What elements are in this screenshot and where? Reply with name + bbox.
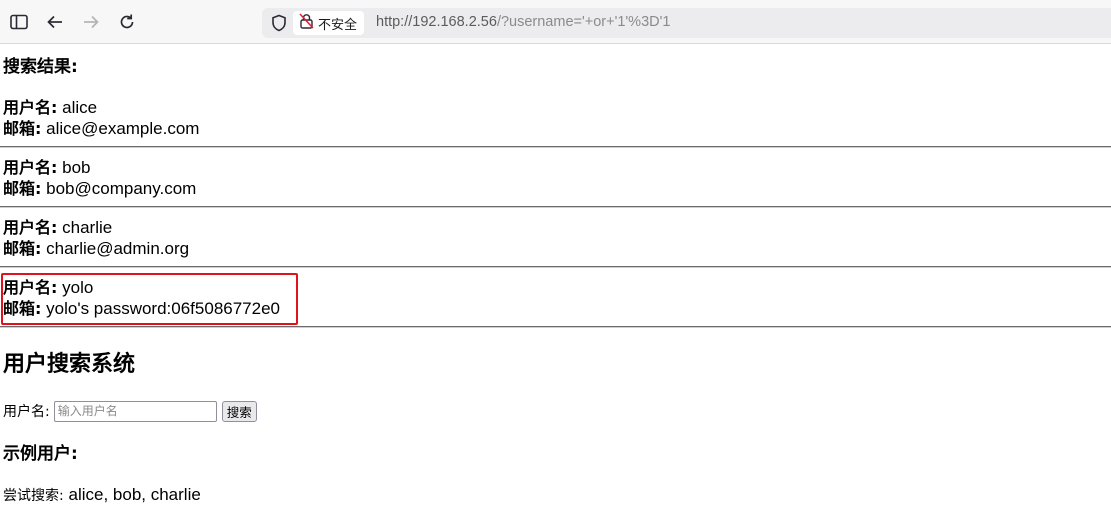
url-host: http://192.168.2.56 [376,14,497,30]
username-field-label: 用户名: [3,404,50,420]
reload-icon[interactable] [115,10,139,34]
username-label: 用户名: [3,158,58,177]
search-form: 用户名: 搜索 [3,400,257,422]
url-text[interactable]: http://192.168.2.56/?username='+or+'1'%3… [376,14,670,30]
page-title: 用户搜索系统 [3,352,136,377]
browser-toolbar: 不安全 http://192.168.2.56/?username='+or+'… [0,0,1111,44]
result-record: 用户名: bob 邮箱: bob@company.com [3,157,196,199]
insecure-lock-icon [299,13,314,33]
email-value: bob@company.com [46,179,197,198]
search-button[interactable]: 搜索 [221,400,257,422]
divider [0,326,1111,328]
username-line: 用户名: charlie [3,217,189,238]
divider [0,206,1111,208]
email-label: 邮箱: [3,179,42,198]
shield-icon[interactable] [268,12,290,34]
email-line: 邮箱: alice@example.com [3,118,199,139]
examples-line: 尝试搜索: alice, bob, charlie [3,485,201,506]
username-label: 用户名: [3,98,58,117]
divider [0,146,1111,148]
sidebar-icon[interactable] [7,10,31,34]
examples-heading: 示例用户: [3,444,78,464]
result-record: 用户名: charlie 邮箱: charlie@admin.org [3,217,189,259]
email-line: 邮箱: charlie@admin.org [3,238,189,259]
username-value: charlie [62,218,113,237]
email-label: 邮箱: [3,119,42,138]
highlight-box [1,273,298,325]
results-heading: 搜索结果: [3,57,78,77]
username-input[interactable] [53,400,217,422]
email-label: 邮箱: [3,239,42,258]
examples-prompt: 尝试搜索: [3,488,64,504]
site-security-indicator[interactable]: 不安全 [293,11,365,35]
divider [0,266,1111,268]
email-line: 邮箱: bob@company.com [3,178,196,199]
email-value: charlie@admin.org [46,239,190,258]
back-icon[interactable] [43,10,67,34]
examples-users: alice, bob, charlie [68,485,201,504]
username-value: alice [62,98,98,117]
email-value: alice@example.com [46,119,200,138]
url-path: /?username='+or+'1'%3D'1 [496,14,671,30]
username-value: bob [62,158,91,177]
result-record: 用户名: alice 邮箱: alice@example.com [3,97,199,139]
security-label: 不安全 [318,17,358,33]
username-line: 用户名: alice [3,97,199,118]
username-label: 用户名: [3,218,58,237]
username-line: 用户名: bob [3,157,196,178]
forward-icon[interactable] [79,10,103,34]
